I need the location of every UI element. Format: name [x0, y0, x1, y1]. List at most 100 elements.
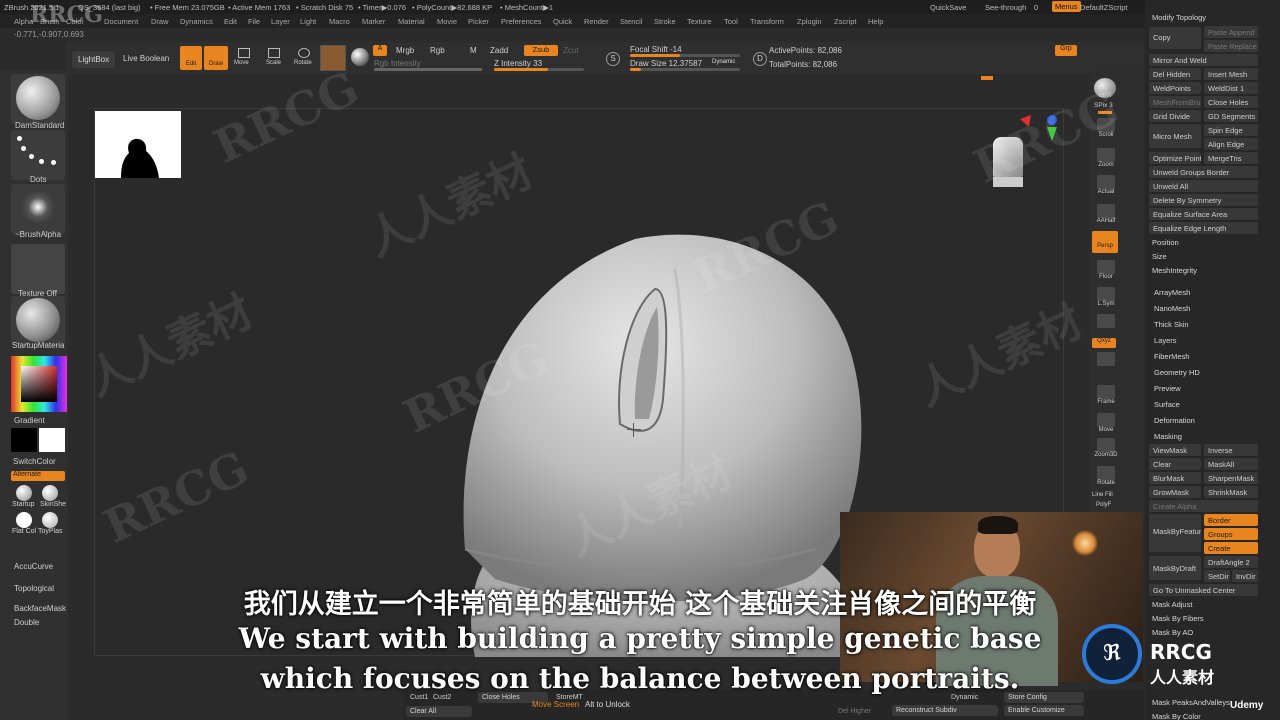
lightbox-button[interactable]: LightBox: [72, 51, 116, 68]
modify-topology-header[interactable]: Modify Topology: [1152, 13, 1206, 22]
clear-mask-button[interactable]: Clear: [1149, 458, 1201, 470]
live-boolean-button[interactable]: Live Boolean: [123, 54, 169, 63]
qxyz-button[interactable]: Qxyz: [1092, 338, 1116, 348]
menu-stencil[interactable]: Stencil: [620, 17, 643, 26]
zcut-button[interactable]: Zcut: [563, 46, 579, 55]
menu-stroke[interactable]: Stroke: [654, 17, 676, 26]
menu-quick[interactable]: Quick: [553, 17, 572, 26]
z-intensity-track[interactable]: [494, 68, 584, 71]
del-higher-button[interactable]: Del Higher: [838, 708, 871, 715]
see-through-slider[interactable]: See-through: [985, 3, 1026, 12]
toy-plastic-mat-icon[interactable]: [42, 512, 58, 528]
rgb-intensity-track[interactable]: [374, 68, 482, 71]
mask-peaks-item[interactable]: Mask PeaksAndValleys: [1152, 698, 1230, 707]
copy-button[interactable]: Copy: [1149, 27, 1201, 49]
aahalf-button[interactable]: AAHalf: [1092, 204, 1120, 230]
menu-preferences[interactable]: Preferences: [501, 17, 541, 26]
zoom3d-button[interactable]: Zoom3D: [1092, 438, 1120, 464]
rotate-button[interactable]: Rotate: [294, 60, 312, 66]
grid-divide-button[interactable]: Grid Divide: [1149, 110, 1201, 122]
draw-size-slider[interactable]: Draw Size 12.37587: [630, 59, 702, 68]
frame-button[interactable]: Frame: [1092, 385, 1120, 411]
polyf-button[interactable]: PolyF: [1096, 502, 1111, 508]
masking-header[interactable]: Masking: [1154, 432, 1182, 441]
mask-all-button[interactable]: MaskAll: [1204, 458, 1258, 470]
crease-toggle[interactable]: Create: [1204, 542, 1258, 554]
grp-button[interactable]: Grp: [1055, 45, 1077, 56]
menu-picker[interactable]: Picker: [468, 17, 489, 26]
reconstruct-subdiv-button[interactable]: Reconstruct Subdiv: [892, 705, 998, 716]
m-button[interactable]: M: [470, 46, 477, 55]
weld-points-button[interactable]: WeldPoints: [1149, 82, 1201, 94]
del-hidden-button[interactable]: Del Hidden: [1149, 68, 1201, 80]
menu-render[interactable]: Render: [584, 17, 609, 26]
clear-all-button[interactable]: Clear All: [406, 706, 472, 717]
mask-by-color-item[interactable]: Mask By Color: [1152, 712, 1201, 720]
lock-button[interactable]: [1092, 314, 1120, 340]
alternate-button[interactable]: Alternate: [11, 471, 65, 481]
rgb-intensity-slider[interactable]: Rgb Intensity: [374, 59, 421, 68]
merge-tris-button[interactable]: MergeTris: [1204, 152, 1258, 164]
menu-material[interactable]: Material: [398, 17, 425, 26]
mesh-from-brush-button[interactable]: MeshFromBrus: [1149, 96, 1201, 108]
menu-draw[interactable]: Draw: [151, 17, 169, 26]
subpalette-nanomesh[interactable]: NanoMesh: [1154, 304, 1190, 313]
invdir-button[interactable]: InvDir: [1232, 570, 1258, 582]
material-sphere-icon[interactable]: [351, 48, 369, 66]
border-toggle[interactable]: Border: [1204, 514, 1258, 526]
menu-texture[interactable]: Texture: [687, 17, 712, 26]
subpalette-preview[interactable]: Preview: [1154, 384, 1181, 393]
subpalette-geometry-hd[interactable]: Geometry HD: [1154, 368, 1200, 377]
rgb-button[interactable]: Rgb: [430, 46, 445, 55]
grow-mask-button[interactable]: GrowMask: [1149, 486, 1201, 498]
move-button[interactable]: Move: [234, 60, 249, 66]
zoom-button[interactable]: Zoom: [1092, 148, 1120, 174]
color-picker[interactable]: [11, 356, 67, 412]
texture-thumb[interactable]: [11, 244, 65, 294]
equalize-area-button[interactable]: Equalize Surface Area: [1149, 208, 1258, 220]
view-mask-button[interactable]: ViewMask: [1149, 444, 1201, 456]
blur-mask-button[interactable]: BlurMask: [1149, 472, 1201, 484]
zsub-button[interactable]: Zsub: [524, 45, 558, 56]
startup-mat-icon[interactable]: [16, 485, 32, 501]
create-alpha-button[interactable]: Create Alpha: [1149, 500, 1258, 512]
alpha-thumb[interactable]: [11, 184, 65, 234]
menu-edit[interactable]: Edit: [224, 17, 237, 26]
accucurve-button[interactable]: AccuCurve: [14, 562, 53, 571]
mesh-integrity-item[interactable]: MeshIntegrity: [1152, 266, 1197, 275]
enable-customize-button[interactable]: Enable Customize: [1004, 705, 1084, 716]
unweld-all-button[interactable]: Unweld All: [1149, 180, 1258, 192]
s-button[interactable]: S: [606, 52, 620, 66]
cust1-button[interactable]: Cust1: [410, 694, 428, 701]
focal-shift-slider[interactable]: Focal Shift -14: [630, 45, 682, 54]
default-zscript[interactable]: DefaultZScript: [1080, 3, 1128, 12]
a-toggle[interactable]: A: [373, 45, 387, 56]
material-thumb[interactable]: [11, 296, 65, 346]
menu-marker[interactable]: Marker: [362, 17, 385, 26]
switch-color-button[interactable]: SwitchColor: [13, 457, 56, 466]
inverse-button[interactable]: Inverse: [1204, 444, 1258, 456]
secondary-color-swatch[interactable]: [39, 428, 65, 452]
menu-help[interactable]: Help: [868, 17, 883, 26]
equalize-edge-button[interactable]: Equalize Edge Length: [1149, 222, 1258, 234]
cust2-button[interactable]: Cust2: [433, 694, 451, 701]
draw-size-track[interactable]: [630, 68, 740, 71]
menu-tool[interactable]: Tool: [724, 17, 738, 26]
actual-button[interactable]: Actual: [1092, 175, 1120, 201]
dynamic-subdiv-button[interactable]: Dynamic: [951, 694, 978, 701]
rotate-view-button[interactable]: Rotate: [1092, 466, 1120, 492]
paste-append-button[interactable]: Paste Append: [1204, 26, 1258, 38]
shrink-mask-button[interactable]: ShrinkMask: [1204, 486, 1258, 498]
align-edge-button[interactable]: Align Edge: [1204, 138, 1258, 150]
z-intensity-slider[interactable]: Z Intensity 33: [494, 59, 542, 68]
menu-document[interactable]: Document: [104, 17, 138, 26]
groups-toggle[interactable]: Groups: [1204, 528, 1258, 540]
flat-color-mat-icon[interactable]: [16, 512, 32, 528]
menus-toggle[interactable]: Menus: [1052, 1, 1081, 12]
primary-color-swatch[interactable]: [11, 428, 37, 452]
menu-layer[interactable]: Layer: [271, 17, 290, 26]
quicksave-button[interactable]: QuickSave: [930, 3, 966, 12]
dynamic-toggle[interactable]: Dynamic: [712, 59, 735, 65]
setdir-button[interactable]: SetDir: [1204, 570, 1230, 582]
menu-transform[interactable]: Transform: [750, 17, 784, 26]
